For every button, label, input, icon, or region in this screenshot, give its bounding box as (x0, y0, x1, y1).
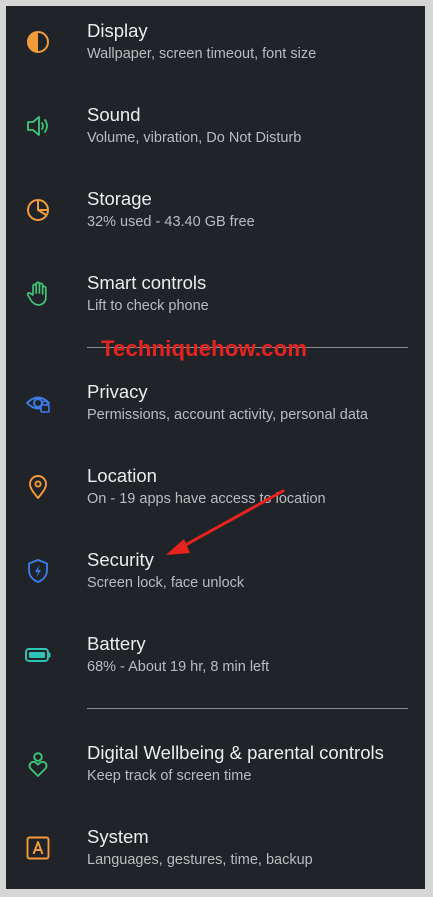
settings-item-system[interactable]: System Languages, gestures, time, backup (6, 812, 425, 882)
settings-item-subtitle: Permissions, account activity, personal … (87, 407, 369, 423)
settings-item-privacy[interactable]: Privacy Permissions, account activity, p… (6, 367, 425, 437)
hand-icon (24, 280, 52, 308)
settings-item-title: Sound (87, 104, 141, 125)
settings-item-battery[interactable]: Battery 68% - About 19 hr, 8 min left (6, 619, 425, 689)
settings-item-subtitle: Keep track of screen time (87, 768, 252, 784)
settings-item-title: System (87, 826, 149, 847)
system-icon (24, 834, 52, 862)
sound-icon (24, 112, 52, 140)
settings-item-title: Battery (87, 633, 146, 654)
location-pin-icon (24, 473, 52, 501)
storage-icon (24, 196, 52, 224)
settings-item-security[interactable]: Security Screen lock, face unlock (6, 535, 425, 605)
settings-item-storage[interactable]: Storage 32% used - 43.40 GB free (6, 174, 425, 244)
settings-item-title: Security (87, 549, 154, 570)
settings-item-subtitle: Languages, gestures, time, backup (87, 852, 313, 868)
settings-item-title: Location (87, 465, 157, 486)
settings-item-sound[interactable]: Sound Volume, vibration, Do Not Disturb (6, 90, 425, 160)
settings-item-subtitle: Screen lock, face unlock (87, 575, 245, 591)
settings-item-subtitle: 32% used - 43.40 GB free (87, 214, 255, 230)
settings-item-subtitle: Volume, vibration, Do Not Disturb (87, 130, 302, 146)
wellbeing-icon (24, 750, 52, 778)
settings-item-title: Privacy (87, 381, 148, 402)
settings-item-subtitle: Lift to check phone (87, 298, 209, 314)
settings-item-display[interactable]: Display Wallpaper, screen timeout, font … (6, 6, 425, 76)
settings-item-subtitle: Wallpaper, screen timeout, font size (87, 46, 317, 62)
settings-item-location[interactable]: Location On - 19 apps have access to loc… (6, 451, 425, 521)
settings-item-title: Digital Wellbeing & parental controls (87, 742, 384, 763)
settings-item-title: Display (87, 20, 148, 41)
settings-screen: Display Wallpaper, screen timeout, font … (6, 6, 425, 889)
settings-item-title: Storage (87, 188, 152, 209)
battery-icon (24, 641, 52, 669)
screenshot-frame: Display Wallpaper, screen timeout, font … (0, 0, 433, 897)
privacy-eye-icon (24, 389, 52, 417)
section-divider (87, 708, 408, 709)
settings-item-digital-wellbeing[interactable]: Digital Wellbeing & parental controls Ke… (6, 728, 425, 798)
display-icon (24, 28, 52, 56)
settings-item-smart-controls[interactable]: Smart controls Lift to check phone (6, 258, 425, 328)
settings-item-subtitle: On - 19 apps have access to location (87, 491, 326, 507)
settings-item-title: Smart controls (87, 272, 207, 293)
settings-item-subtitle: 68% - About 19 hr, 8 min left (87, 659, 270, 675)
shield-icon (24, 557, 52, 585)
watermark-text: Techniquehow.com (101, 336, 308, 361)
